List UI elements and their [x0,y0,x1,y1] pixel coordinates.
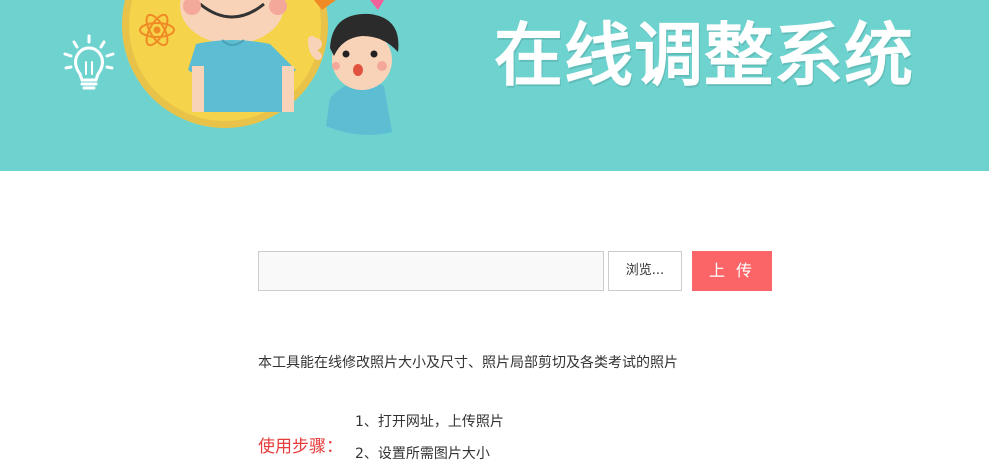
header-banner: 在线调整系统 [0,0,989,171]
upload-button[interactable]: 上 传 [692,251,772,291]
lightbulb-icon [63,34,115,90]
step-item: 1、打开网址，上传照片 [355,414,504,430]
step-item: 2、设置所需图片大小 [355,446,490,462]
steps-label: 使用步骤： [258,437,343,457]
banner-title: 在线调整系统 [494,16,914,96]
file-path-input[interactable] [258,251,604,291]
browse-button[interactable]: 浏览... [608,251,682,291]
banner-illustration [63,0,399,135]
tool-description: 本工具能在线修改照片大小及尺寸、照片局部剪切及各类考试的照片 [258,355,678,371]
